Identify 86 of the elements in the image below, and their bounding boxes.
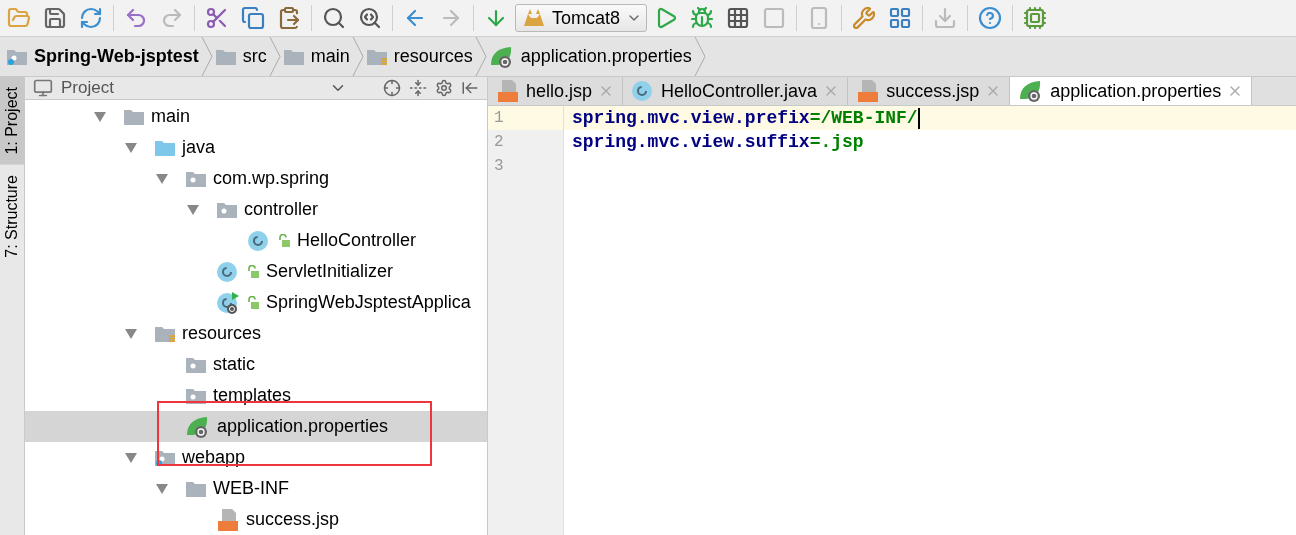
lock-icon — [246, 264, 260, 279]
line-number: 2 — [493, 132, 505, 153]
expanded-arrow-icon[interactable] — [124, 451, 138, 464]
tree-item[interactable]: templates — [25, 380, 487, 411]
chevron-icon — [693, 37, 706, 76]
tree-item[interactable]: controller — [25, 194, 487, 225]
expanded-arrow-icon[interactable] — [93, 110, 107, 123]
property-key: spring.mvc.view.suffix — [572, 130, 810, 154]
jsp-file-icon — [496, 79, 520, 103]
package-icon — [185, 355, 207, 374]
tree-item-label: ServletInitializer — [266, 261, 394, 282]
tree-item[interactable]: HelloController — [25, 225, 487, 256]
expanded-arrow-icon[interactable] — [124, 141, 138, 154]
tree-item-label: controller — [244, 199, 319, 220]
tree-item[interactable]: success.jsp — [25, 504, 487, 535]
tree-item[interactable]: resources — [25, 318, 487, 349]
tree-item-label: resources — [182, 323, 262, 344]
chevron-icon — [268, 37, 281, 76]
package-icon — [216, 200, 238, 219]
editor-tab[interactable]: application.properties — [1010, 77, 1253, 105]
breadcrumb[interactable]: Spring-Web-jsptest — [4, 37, 213, 76]
breadcrumb[interactable]: src — [212, 37, 281, 76]
tree-item[interactable]: static — [25, 349, 487, 380]
folder-icon — [123, 107, 145, 126]
package-icon — [185, 169, 207, 188]
tree-item-label: WEB-INF — [213, 478, 289, 499]
class-run-icon — [216, 290, 240, 315]
tree-item-label: templates — [213, 385, 292, 406]
line-number: 1 — [488, 106, 563, 130]
hide-icon[interactable] — [461, 79, 479, 97]
collapse-icon[interactable] — [409, 79, 427, 97]
run-config-dropdown[interactable]: Tomcat8 — [515, 4, 648, 32]
tree-item[interactable]: java — [25, 132, 487, 163]
editor-tab[interactable]: hello.jsp — [488, 77, 624, 105]
editor-tab[interactable]: success.jsp — [848, 77, 1011, 105]
breadcrumb[interactable]: resources — [363, 37, 487, 76]
project-icon — [6, 47, 28, 66]
jsp-file-icon — [216, 507, 240, 532]
folder-icon — [282, 47, 305, 66]
tree-item-label: success.jsp — [246, 509, 340, 530]
side-tab[interactable]: 7: Structure — [0, 164, 24, 268]
tree-item[interactable]: main — [25, 101, 487, 132]
breadcrumb[interactable]: application.properties — [486, 37, 706, 76]
tree-item-label: HelloController — [297, 230, 417, 251]
expanded-arrow-icon[interactable] — [155, 172, 169, 185]
breadcrumb[interactable]: main — [280, 37, 364, 76]
jsp-file-icon — [856, 79, 881, 103]
lock-icon — [246, 295, 260, 310]
folder-icon — [185, 479, 207, 498]
expanded-arrow-icon[interactable] — [155, 482, 169, 495]
tree-item[interactable]: WEB-INF — [25, 473, 487, 504]
resources-folder-icon — [365, 47, 388, 66]
tree-item-label: webapp — [182, 447, 246, 468]
chevron-icon — [474, 37, 487, 76]
settings-icon[interactable] — [435, 79, 453, 97]
property-value: =.jsp — [809, 131, 864, 154]
line-number: 3 — [493, 156, 505, 177]
property-key: spring.mvc.view.prefix — [572, 106, 810, 130]
tree-item-label: static — [213, 354, 255, 375]
folder-icon — [214, 47, 237, 66]
text-cursor — [917, 107, 920, 129]
panel-icon — [33, 78, 53, 98]
tree-item-label: main — [151, 106, 190, 127]
chevron-icon — [351, 37, 364, 76]
tree-item[interactable]: SpringWebJsptestApplica — [25, 287, 487, 318]
tree-item-label: application.properties — [217, 416, 389, 437]
chevron-icon — [200, 37, 213, 76]
class-icon — [216, 259, 240, 284]
locate-icon[interactable] — [383, 79, 401, 97]
resources-folder-icon — [154, 324, 176, 343]
tree-item[interactable]: webapp — [25, 442, 487, 473]
panel-title: Project — [61, 78, 114, 98]
source-folder-icon — [154, 138, 176, 157]
side-tab[interactable]: 1: Project — [0, 77, 24, 165]
editor-tab[interactable]: HelloController.java — [623, 77, 849, 105]
expanded-arrow-icon[interactable] — [124, 327, 138, 340]
class-icon — [247, 228, 271, 253]
expanded-arrow-icon[interactable] — [186, 203, 200, 216]
tree-item[interactable]: application.properties — [25, 411, 487, 442]
tree-item[interactable]: ServletInitializer — [25, 256, 487, 287]
tree-item[interactable]: com.wp.spring — [25, 163, 487, 194]
tree-item-label: SpringWebJsptestApplica — [266, 292, 471, 313]
lock-icon — [277, 233, 291, 248]
tree-item-label: java — [182, 137, 216, 158]
property-value: =/WEB-INF/ — [809, 107, 918, 130]
tree-item-label: com.wp.spring — [213, 168, 330, 189]
